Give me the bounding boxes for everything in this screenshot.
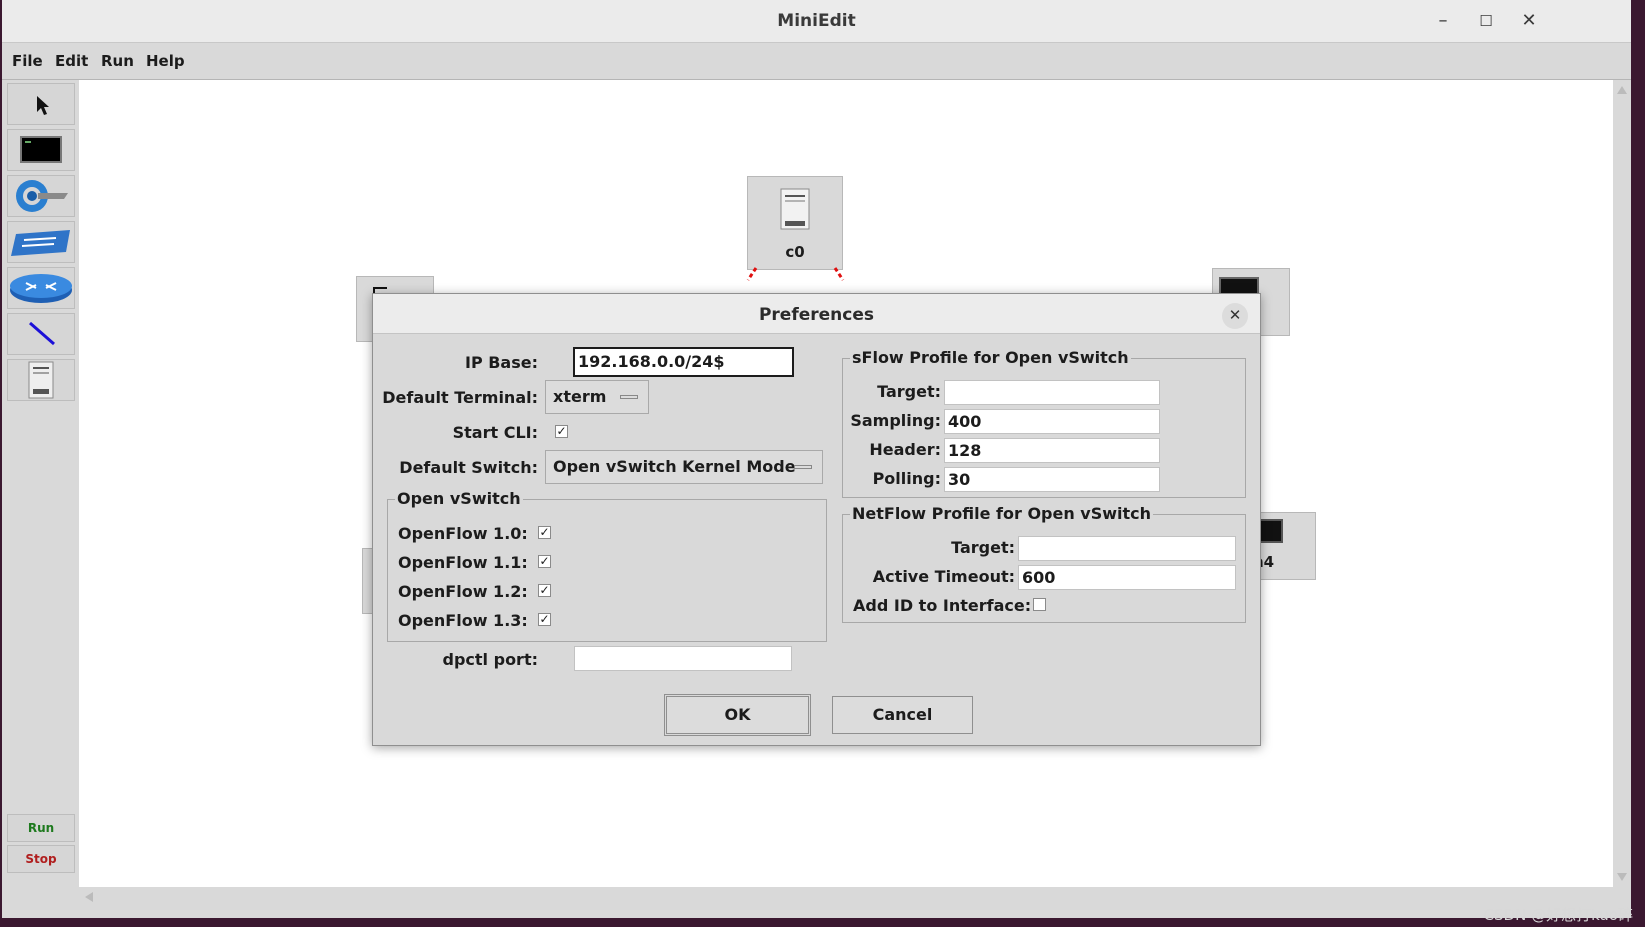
netflow-group-title: NetFlow Profile for Open vSwitch xyxy=(850,504,1154,523)
openflow-13-checkbox[interactable]: ✓ xyxy=(538,613,551,626)
terminal-select-value: xterm xyxy=(553,387,607,406)
sflow-target-input[interactable] xyxy=(944,380,1160,405)
menu-help[interactable]: Help xyxy=(146,52,185,70)
sflow-group: sFlow Profile for Open vSwitch Target: S… xyxy=(842,348,1246,498)
node-label: h4 xyxy=(1253,553,1275,571)
default-terminal-label: Default Terminal: xyxy=(382,388,538,407)
openflow-11-checkbox[interactable]: ✓ xyxy=(538,555,551,568)
menu-bar: File Edit Run Help xyxy=(2,43,1631,80)
controller-node[interactable]: c0 xyxy=(747,176,843,270)
switch-select[interactable]: Open vSwitch Kernel Mode xyxy=(545,450,823,484)
link-tool[interactable] xyxy=(7,313,75,355)
host-tool[interactable] xyxy=(7,129,75,171)
sflow-header-input[interactable]: 128 xyxy=(944,438,1160,463)
sflow-target-label: Target: xyxy=(877,382,941,401)
switch-icon xyxy=(11,230,70,256)
horizontal-scrollbar[interactable] xyxy=(79,888,1613,906)
openflow-10-label: OpenFlow 1.0: xyxy=(398,524,528,543)
ip-base-input[interactable]: 192.168.0.0/24$ xyxy=(573,347,794,377)
scroll-up-icon[interactable] xyxy=(1613,83,1631,97)
start-cli-label: Start CLI: xyxy=(452,423,538,442)
host-icon xyxy=(20,136,62,163)
sflow-header-label: Header: xyxy=(869,440,941,459)
menu-file[interactable]: File xyxy=(12,52,43,70)
toolbox: Run Stop xyxy=(4,80,78,918)
menu-run[interactable]: Run xyxy=(101,52,134,70)
cancel-button[interactable]: Cancel xyxy=(832,696,973,734)
openflow-12-checkbox[interactable]: ✓ xyxy=(538,584,551,597)
dialog-title: Preferences xyxy=(758,305,875,325)
legacy-switch-icon xyxy=(16,180,68,212)
start-cli-checkbox[interactable]: ✓ xyxy=(555,425,568,438)
sflow-sampling-input[interactable]: 400 xyxy=(944,409,1160,434)
controller-tool[interactable] xyxy=(7,359,75,401)
sflow-group-title: sFlow Profile for Open vSwitch xyxy=(850,348,1131,367)
link-icon xyxy=(29,321,55,346)
controller-icon xyxy=(780,188,810,230)
title-bar: MiniEdit – ☐ ✕ xyxy=(2,0,1631,43)
controller-links xyxy=(746,267,845,281)
select-icon xyxy=(37,96,49,115)
close-icon[interactable]: ✕ xyxy=(1222,303,1248,329)
add-id-checkbox[interactable] xyxy=(1033,598,1046,611)
netflow-group: NetFlow Profile for Open vSwitch Target:… xyxy=(842,504,1246,623)
terminal-select[interactable]: xterm xyxy=(545,380,649,414)
stop-button[interactable]: Stop xyxy=(7,845,75,873)
minimize-icon[interactable]: – xyxy=(1430,9,1456,33)
openvswitch-group: Open vSwitch OpenFlow 1.0: ✓ OpenFlow 1.… xyxy=(387,489,827,642)
netflow-target-input[interactable] xyxy=(1018,536,1236,561)
openflow-12-label: OpenFlow 1.2: xyxy=(398,582,528,601)
run-button[interactable]: Run xyxy=(7,814,75,842)
openflow-10-checkbox[interactable]: ✓ xyxy=(538,526,551,539)
dialog-title-bar: Preferences ✕ xyxy=(373,294,1260,334)
dropdown-indicator-icon xyxy=(794,465,812,469)
window-title: MiniEdit xyxy=(777,11,856,31)
scroll-left-icon[interactable] xyxy=(82,888,96,906)
openflow-13-label: OpenFlow 1.3: xyxy=(398,611,528,630)
netflow-target-label: Target: xyxy=(951,538,1015,557)
dropdown-indicator-icon xyxy=(620,395,638,399)
switch-select-value: Open vSwitch Kernel Mode xyxy=(553,457,796,476)
sflow-sampling-label: Sampling: xyxy=(850,411,941,430)
sflow-polling-input[interactable]: 30 xyxy=(944,467,1160,492)
switch-tool[interactable] xyxy=(7,221,75,263)
dpctl-port-label: dpctl port: xyxy=(442,650,538,669)
watermark-text: CSDN @好想打kuo碎 xyxy=(1483,906,1633,924)
dpctl-port-input[interactable] xyxy=(574,646,792,671)
scroll-down-icon[interactable] xyxy=(1613,870,1631,884)
controller-icon xyxy=(28,361,54,399)
preferences-dialog: Preferences ✕ IP Base: 192.168.0.0/24$ D… xyxy=(372,293,1261,746)
node-label: c0 xyxy=(785,243,805,261)
router-icon xyxy=(10,274,72,303)
openflow-11-label: OpenFlow 1.1: xyxy=(398,553,528,572)
select-tool[interactable] xyxy=(7,83,75,125)
ip-base-label: IP Base: xyxy=(464,353,538,372)
close-icon[interactable]: ✕ xyxy=(1516,9,1542,33)
openvswitch-group-title: Open vSwitch xyxy=(395,489,523,508)
legacy-switch-tool[interactable] xyxy=(7,175,75,217)
default-switch-label: Default Switch: xyxy=(399,458,538,477)
add-id-label: Add ID to Interface: xyxy=(853,596,1032,615)
active-timeout-input[interactable]: 600 xyxy=(1018,565,1236,590)
sflow-polling-label: Polling: xyxy=(872,469,941,488)
active-timeout-label: Active Timeout: xyxy=(872,567,1015,586)
ok-button[interactable]: OK xyxy=(664,694,811,736)
menu-edit[interactable]: Edit xyxy=(55,52,88,70)
router-tool[interactable] xyxy=(7,267,75,309)
maximize-icon[interactable]: ☐ xyxy=(1473,9,1499,33)
vertical-scrollbar[interactable] xyxy=(1613,80,1631,887)
